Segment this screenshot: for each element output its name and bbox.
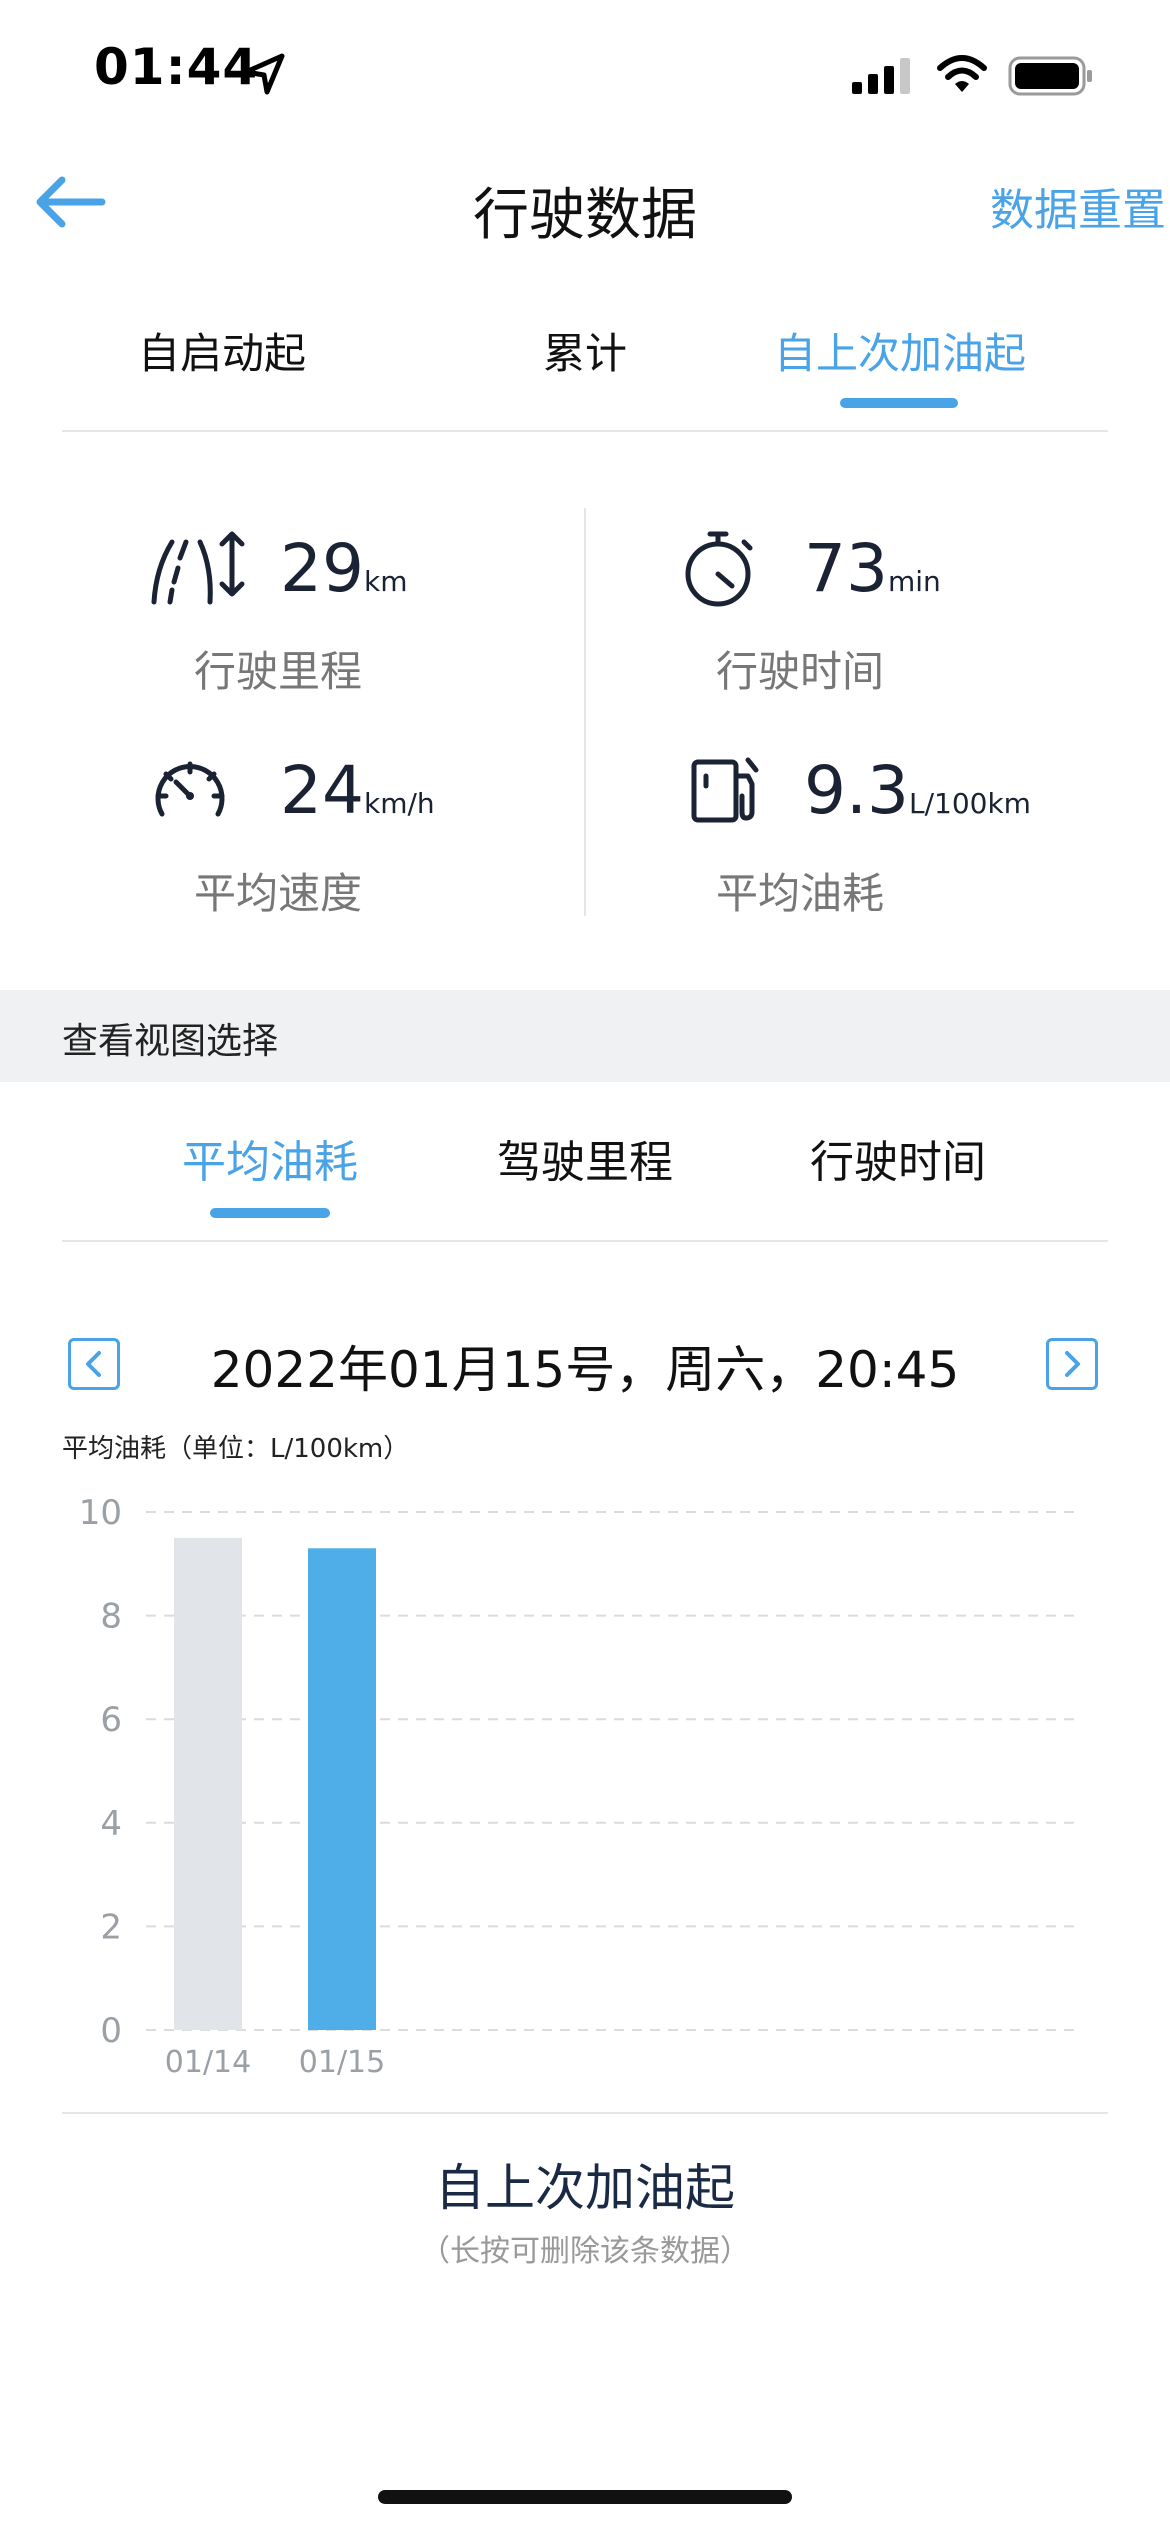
time-value: 73 [804,530,888,607]
road-distance-icon [151,531,245,605]
distance-unit: km [363,565,408,598]
time-unit: min [887,565,941,598]
view-tabs-divider [62,1240,1108,1242]
tab-cumulative[interactable]: 累计 [425,320,745,381]
active-view-tab-indicator [210,1208,330,1218]
fuel-pump-icon [691,757,759,823]
y-tick-label: 8 [100,1597,122,1637]
fuel-unit: L/100km [908,787,1031,820]
active-tab-indicator [840,398,958,408]
trip-period-tabs: 自启动起 累计 自上次加油起 [62,310,1108,430]
bar-01/14[interactable] [174,1537,242,2030]
tabs-divider [62,430,1108,432]
cellular-signal-icon [852,58,910,94]
y-tick-label: 0 [100,2011,122,2051]
distance-label: 行驶里程 [194,647,363,696]
next-date-button[interactable] [1046,1338,1098,1390]
distance-value: 29 [280,530,364,607]
view-tabs: 平均油耗 驾驶里程 行驶时间 [0,1118,1170,1248]
status-time: 01:44 [94,38,259,96]
view-tab-distance[interactable]: 驾驶里程 [425,1126,745,1190]
location-arrow-icon [243,53,285,95]
x-tick-label: 01/14 [165,2045,251,2080]
x-tick-label: 01/15 [299,2045,385,2080]
bar-01/15[interactable] [308,1548,376,2030]
trip-data-screen: 01:44 行驶数据 数据重置 自启动起 累计 自上次加油起 29km 行驶里程… [0,0,1170,2532]
speedometer-icon [155,761,225,817]
fuel-value-group: 9.3L/100km [804,752,1031,829]
fuel-value: 9.3 [804,752,909,829]
y-tick-label: 2 [100,1907,122,1947]
date-label: 2022年01月15号，周六，20:45 [210,1341,960,1399]
speed-unit: km/h [363,787,435,820]
y-tick-label: 6 [100,1700,122,1740]
speed-label: 平均速度 [194,869,363,918]
data-reset-button[interactable]: 数据重置 [990,174,1166,238]
distance-value-group: 29km [280,530,407,607]
chevron-right-icon [1065,1351,1080,1377]
tab-since-refuel[interactable]: 自上次加油起 [740,320,1060,381]
y-tick-label: 4 [100,1804,122,1844]
speed-value: 24 [280,752,364,829]
view-tab-avg-fuel[interactable]: 平均油耗 [110,1126,430,1190]
chart-divider [62,2112,1108,2114]
y-tick-label: 10 [79,1493,122,1533]
fuel-label: 平均油耗 [716,869,885,918]
speed-value-group: 24km/h [280,752,435,829]
time-label: 行驶时间 [716,647,885,696]
tab-since-start[interactable]: 自启动起 [62,320,382,381]
view-section-label: 查看视图选择 [62,1021,279,1062]
stopwatch-icon [685,531,753,607]
view-tab-time[interactable]: 行驶时间 [738,1126,1058,1190]
footer-title: 自上次加油起 [435,2159,735,2217]
time-value-group: 73min [804,530,941,607]
battery-icon [1008,56,1092,96]
wifi-icon [937,55,987,92]
avg-fuel-bar-chart: 0 2 4 6 8 10 01/14 01/15 [79,1493,1076,2080]
home-indicator [378,2490,792,2504]
footer-hint: （长按可删除该条数据） [420,2234,750,2269]
chart-title: 平均油耗（单位：L/100km） [62,1434,410,1464]
stats-vertical-divider [584,508,586,916]
